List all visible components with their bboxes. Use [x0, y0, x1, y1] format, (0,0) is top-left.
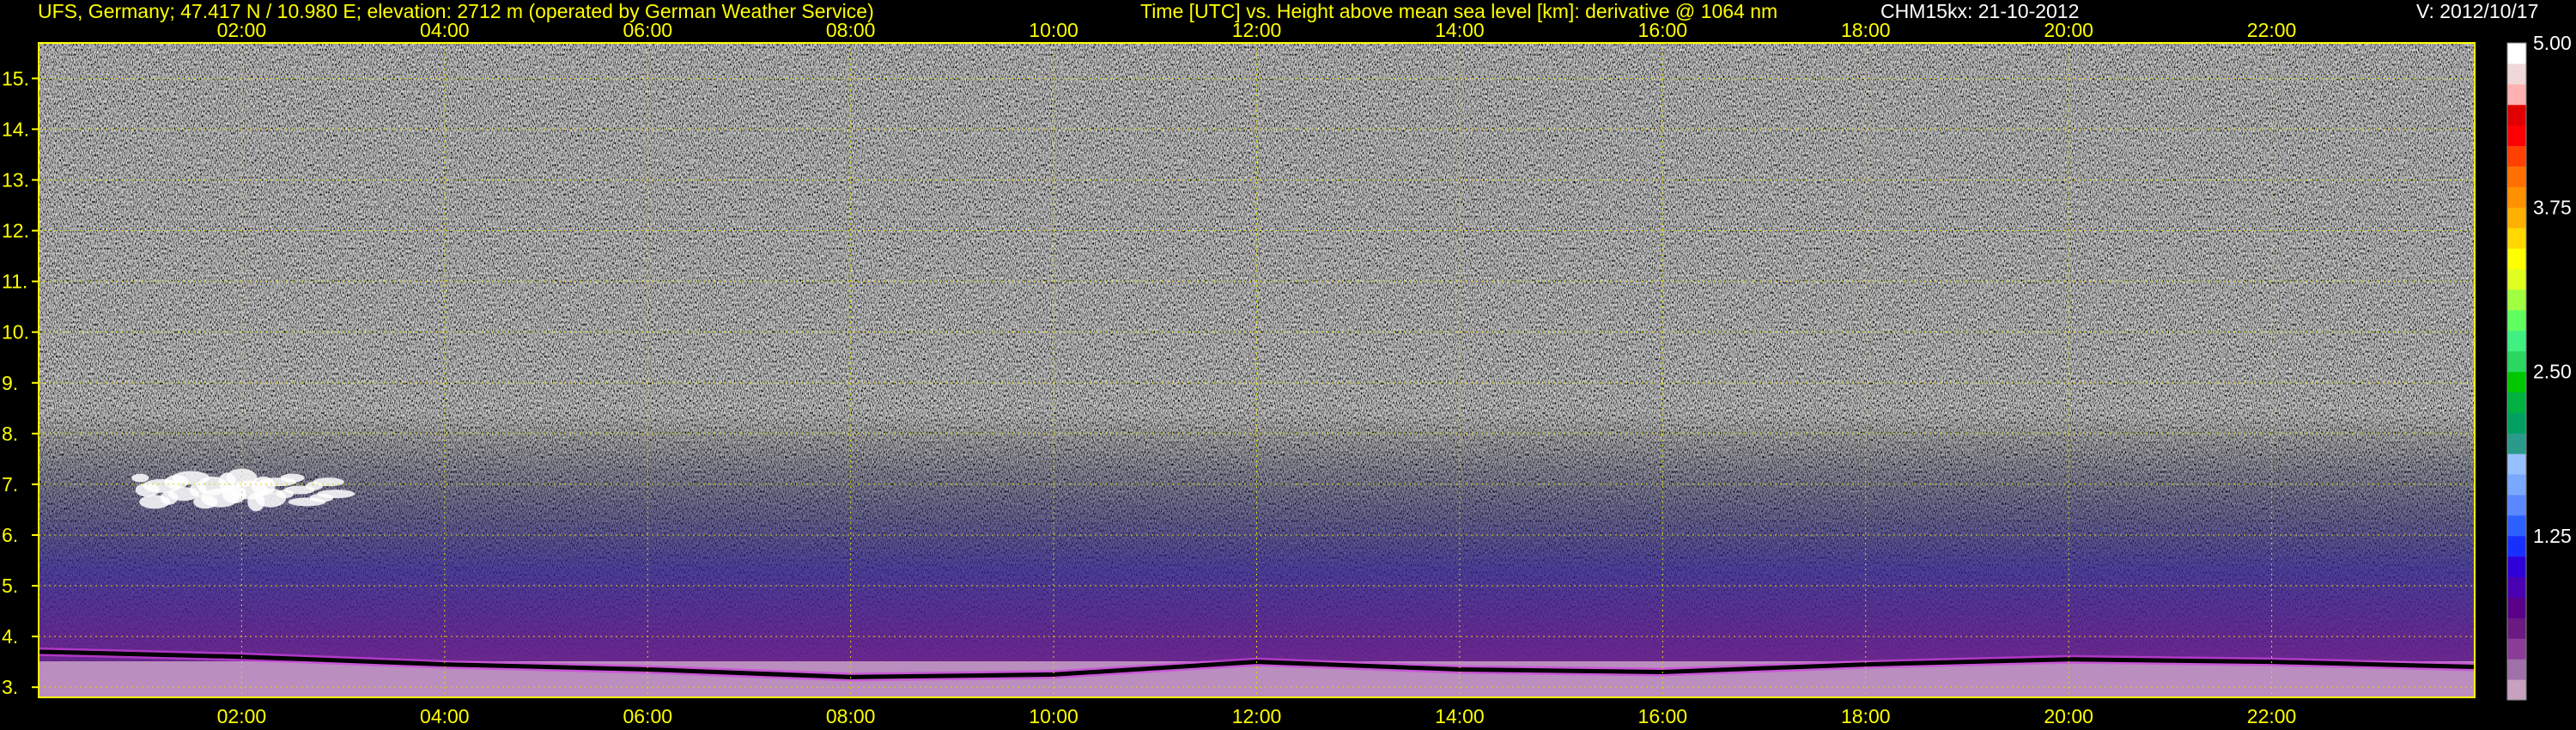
colorbar-segment [2507, 228, 2526, 249]
colorbar-segment [2507, 453, 2526, 475]
y-tick-label: 10. [2, 321, 29, 344]
x-tick-label-top: 04:00 [420, 19, 470, 41]
y-tick-label: 7. [2, 473, 18, 496]
colorbar-segment [2507, 309, 2526, 332]
colorbar-segment [2507, 145, 2526, 167]
colorbar-tick-label: 5.00 [2533, 32, 2572, 54]
x-tick-label-bottom: 22:00 [2247, 705, 2297, 727]
colorbar-segment [2507, 83, 2526, 106]
colorbar-segment [2507, 268, 2526, 290]
colorbar-tick-label: 1.25 [2533, 525, 2572, 547]
colorbar-segment [2507, 638, 2526, 660]
y-tick-label: 12. [2, 220, 29, 242]
colorbar-tick-label: 2.50 [2533, 361, 2572, 383]
colorbar-segment [2507, 556, 2526, 578]
y-tick-label: 14. [2, 118, 29, 140]
colorbar-segment [2507, 43, 2526, 64]
x-tick-label-top: 08:00 [826, 19, 876, 41]
x-tick-label-top: 02:00 [217, 19, 267, 41]
y-tick-label: 11. [2, 271, 27, 293]
x-tick-label-top: 14:00 [1435, 19, 1485, 41]
y-tick-label: 9. [2, 372, 18, 394]
colorbar-segment [2507, 289, 2526, 311]
x-tick-label-bottom: 16:00 [1638, 705, 1688, 727]
colorbar-segment [2507, 166, 2526, 187]
colorbar-segment [2507, 659, 2526, 680]
x-tick-label-top: 10:00 [1029, 19, 1078, 41]
y-tick-label: 8. [2, 423, 18, 445]
ceilometer-chart: 02:00 02:00 04:00 04:00 06:00 06:00 08:00 08:00… [2, 19, 2572, 727]
x-tick-label-bottom: 14:00 [1435, 705, 1485, 727]
y-tick-label: 13. [2, 168, 29, 191]
x-tick-label-top: 22:00 [2247, 19, 2297, 41]
y-tick-label: 4. [2, 625, 18, 648]
colorbar-segment [2507, 207, 2526, 228]
colorbar-segment [2507, 576, 2526, 598]
y-tick-label: 15. [2, 67, 29, 89]
colorbar-segment [2507, 248, 2526, 270]
colorbar-segment [2507, 371, 2526, 392]
x-tick-label-bottom: 08:00 [826, 705, 876, 727]
colorbar-tick-label: 3.75 [2533, 196, 2572, 218]
x-tick-label-bottom: 04:00 [420, 705, 470, 727]
y-tick-label: 5. [2, 575, 18, 597]
colorbar-segment [2507, 474, 2526, 496]
x-tick-label-bottom: 12:00 [1232, 705, 1282, 727]
colorbar-segment [2507, 125, 2526, 147]
colorbar-segment [2507, 392, 2526, 413]
y-tick-label: 6. [2, 524, 18, 546]
x-tick-label-top: 06:00 [623, 19, 672, 41]
colorbar-segment [2507, 514, 2526, 537]
x-tick-label-bottom: 02:00 [217, 705, 267, 727]
colorbar-segment [2507, 597, 2526, 618]
x-tick-label-top: 16:00 [1638, 19, 1688, 41]
colorbar-segment [2507, 412, 2526, 434]
colorbar-segment [2507, 104, 2526, 126]
x-tick-label-top: 20:00 [2044, 19, 2093, 41]
colorbar-segment [2507, 433, 2526, 454]
x-tick-label-bottom: 18:00 [1841, 705, 1891, 727]
colorbar-segment [2507, 494, 2526, 516]
y-tick-label: 3. [2, 676, 18, 698]
colorbar-segment [2507, 330, 2526, 352]
colorbar-segment [2507, 350, 2526, 372]
x-tick-label-top: 18:00 [1841, 19, 1891, 41]
x-tick-label-top: 12:00 [1232, 19, 1282, 41]
x-tick-label-bottom: 06:00 [623, 705, 672, 727]
x-tick-label-bottom: 10:00 [1029, 705, 1078, 727]
colorbar-segment [2507, 186, 2526, 208]
x-tick-label-bottom: 20:00 [2044, 705, 2093, 727]
colorbar-segment [2507, 679, 2526, 701]
colorbar-segment [2507, 617, 2526, 639]
colorbar-segment [2507, 535, 2526, 557]
colorbar-segment [2507, 63, 2526, 85]
